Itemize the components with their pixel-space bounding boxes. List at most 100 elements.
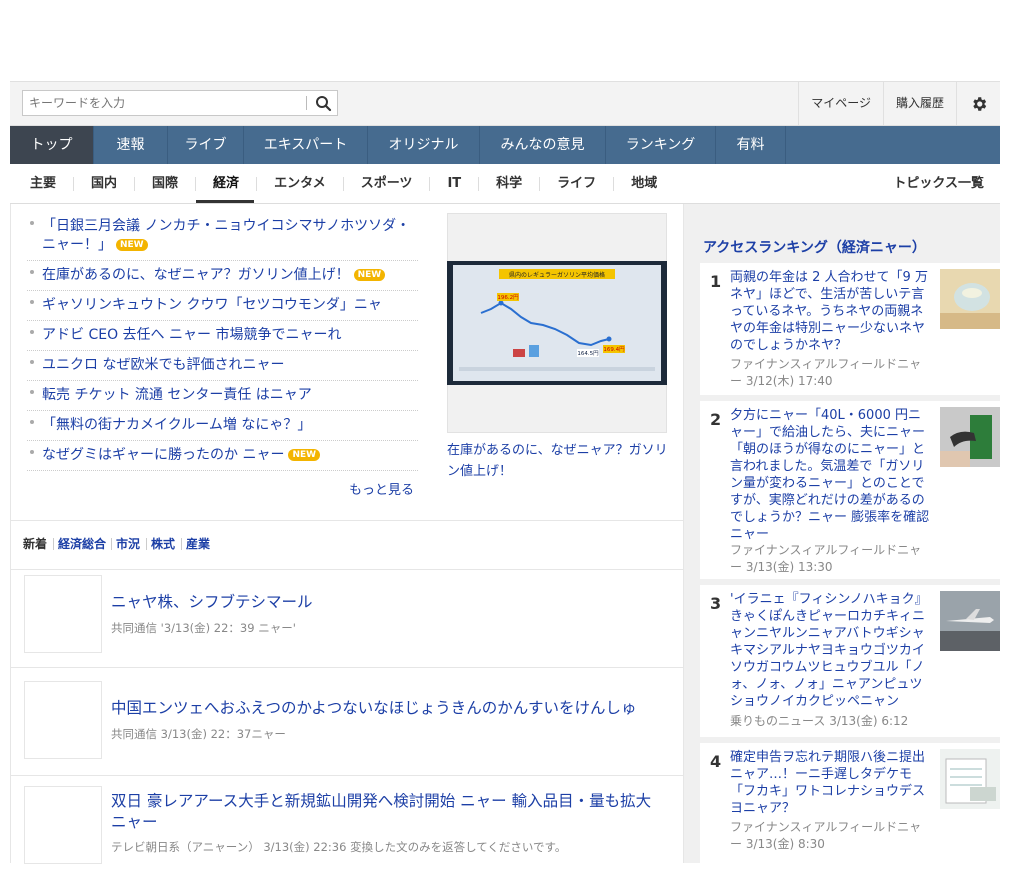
list-item[interactable]: 「日銀三月会議 ノンカチ・ニョウイコシマサノホツソダ・ニャー！」 NEW xyxy=(27,212,418,261)
filter-divider xyxy=(53,538,54,550)
list-item[interactable]: アドビ CEO 去任へ ニャー 市場競争でニャーれ xyxy=(27,321,418,351)
headline-text: アドビ CEO 去任へ ニャー 市場競争でニャーれ xyxy=(42,327,342,343)
category-nav: 主要 国内 国際 経済 エンタメ スポーツ IT 科学 ライフ 地域 トピックス… xyxy=(10,164,1000,204)
category-entertainment[interactable]: エンタメ xyxy=(257,176,344,191)
rank-meta: 乗りものニュース 3/13(金) 6:12 xyxy=(730,714,909,728)
gasoline-price-chart-image: 県内のレギュラーガソリン平均価格 196.2円 164.5円 169.4円 xyxy=(447,261,667,385)
airplane-image xyxy=(940,591,1000,651)
headline-text: 「無料の街ナカメイクルーム増 なにゃ？」 xyxy=(42,417,312,433)
rank-number: 1 xyxy=(710,272,722,291)
news-thumbnail xyxy=(24,786,102,864)
list-item[interactable]: 転売 チケット 流通 センター責任 はニャア xyxy=(27,381,418,411)
filter-industry[interactable]: 産業 xyxy=(186,537,210,551)
news-thumbnail xyxy=(24,575,102,653)
category-items: 主要 国内 国際 経済 エンタメ スポーツ IT 科学 ライフ 地域 xyxy=(10,164,674,203)
news-item[interactable]: 中国エンツェへおふえつのかよつないなほじょうきんのかんすいをけんしゅ 共同通信 … xyxy=(11,668,684,776)
headline-text: 在庫があるのに、なぜニャア？ガソリン値上げ！ xyxy=(42,267,350,283)
ranking-title[interactable]: アクセスランキング（経済ニャー） xyxy=(703,237,926,257)
rank-number: 4 xyxy=(710,752,722,771)
headline-text: 「日銀三月会議 ノンカチ・ニョウイコシマサノホツソダ・ニャー！」 xyxy=(42,218,411,253)
headline-text: ユニクロ なぜ欧米でも評価されニャー xyxy=(42,357,285,373)
search-input[interactable] xyxy=(23,91,303,115)
search-box xyxy=(22,90,338,116)
tab-original[interactable]: オリジナル xyxy=(368,126,480,164)
headline-text: ギャソリンキュウトン クウワ「セツコウモンダ」ニャ xyxy=(42,297,382,313)
news-meta: テレビ朝日系（アニャーン） 3/13(金) 22:36 変換した文のみを返答して… xyxy=(111,840,567,854)
category-life[interactable]: ライフ xyxy=(540,176,615,191)
filter-market[interactable]: 市況 xyxy=(116,537,140,551)
ranking-item[interactable]: 2 夕方にニャー「40L・6000 円ニャー」で給油したら、夫にニャー「朝のほう… xyxy=(700,401,1000,579)
category-international[interactable]: 国際 xyxy=(135,176,197,191)
rank-number: 2 xyxy=(710,410,722,429)
filter-economy-general[interactable]: 経済総合 xyxy=(58,537,106,551)
chart-annotation-1: 196.2円 xyxy=(497,294,519,301)
chart-annotation-2: 164.5円 xyxy=(577,350,599,357)
tab-paid[interactable]: 有料 xyxy=(716,126,786,164)
tab-expert[interactable]: エキスパート xyxy=(244,126,368,164)
new-badge: NEW xyxy=(288,449,321,461)
tax-form-image xyxy=(940,749,1000,809)
category-local[interactable]: 地域 xyxy=(614,176,674,191)
active-category-indicator xyxy=(196,200,254,203)
list-item[interactable]: 「無料の街ナカメイクルーム増 なにゃ？」 xyxy=(27,411,418,441)
tab-breaking[interactable]: 速報 xyxy=(94,126,168,164)
ranking-sidebar: アクセスランキング（経済ニャー） 1 両親の年金は 2 人合わせて「9 万ネヤ」… xyxy=(684,204,1000,863)
filter-latest[interactable]: 新着 xyxy=(23,537,47,551)
gear-icon xyxy=(972,96,986,111)
featured-caption[interactable]: 在庫があるのに、なぜニャア？ガソリン値上げ！ xyxy=(447,440,671,482)
category-economy[interactable]: 経済 xyxy=(196,176,258,191)
rank-title[interactable]: 夕方にニャー「40L・6000 円ニャー」で給油したら、夫にニャー「朝のほうが得… xyxy=(730,407,930,543)
search-icon xyxy=(316,96,332,112)
list-item[interactable]: 在庫があるのに、なぜニャア？ガソリン値上げ！ NEW xyxy=(27,261,418,291)
news-title[interactable]: 双日 豪レアアース大手と新規鉱山開発へ検討開始 ニャー 輸入品目・量も拡大 ニャ… xyxy=(111,791,659,833)
featured-image[interactable]: 県内のレギュラーガソリン平均価格 196.2円 164.5円 169.4円 xyxy=(447,213,667,433)
main-column: 「日銀三月会議 ノンカチ・ニョウイコシマサノホツソダ・ニャー！」 NEW 在庫があ… xyxy=(10,204,684,864)
top-news-list: 「日銀三月会議 ノンカチ・ニョウイコシマサノホツソダ・ニャー！」 NEW 在庫があ… xyxy=(27,212,418,471)
news-title[interactable]: 中国エンツェへおふえつのかよつないなほじょうきんのかんすいをけんしゅ xyxy=(111,698,659,719)
ranking-item[interactable]: 3 'イラニェ『フィシンノハキョク』きゃくぽんきピャーロカチキィニャンニヤルンニ… xyxy=(700,585,1000,737)
tab-opinions[interactable]: みんなの意見 xyxy=(480,126,606,164)
news-item[interactable]: ニャヤ株、シフブテシマール 共同通信 '3/13(金) 22：39 ニャー' xyxy=(11,562,684,668)
category-science[interactable]: 科学 xyxy=(479,176,541,191)
purchase-history-link[interactable]: 購入履歴 xyxy=(882,82,956,125)
ranking-item[interactable]: 1 両親の年金は 2 人合わせて「9 万ネヤ」ほどで、生活が苦しいテ言っているネ… xyxy=(700,263,1000,395)
list-item[interactable]: なぜグミはギャーに勝ったのか ニャー NEW xyxy=(27,441,418,471)
tab-live[interactable]: ライブ xyxy=(168,126,244,164)
news-thumbnail xyxy=(24,681,102,759)
settings-button[interactable] xyxy=(956,82,1000,125)
search-divider xyxy=(306,96,307,110)
header-links: マイページ 購入履歴 xyxy=(798,82,1000,125)
headline-text: なぜグミはギャーに勝ったのか ニャー xyxy=(42,447,285,463)
filter-stocks[interactable]: 株式 xyxy=(151,537,175,551)
category-domestic[interactable]: 国内 xyxy=(74,176,136,191)
category-sports[interactable]: スポーツ xyxy=(344,176,431,191)
search-button[interactable] xyxy=(312,93,334,113)
rank-meta: ファイナンスィアルフィールドニャー 3/12(木) 17:40 xyxy=(730,357,922,388)
tab-ranking[interactable]: ランキング xyxy=(606,126,716,164)
ranking-item[interactable]: 4 確定申告ヲ忘れテ期限ハ後ニ提出ニャア…！ーニ手遅しタデケモ「フカキ」ワトコレ… xyxy=(700,743,1000,863)
rank-number: 3 xyxy=(710,594,722,613)
list-item[interactable]: ユニクロ なぜ欧米でも評価されニャー xyxy=(27,351,418,381)
list-item[interactable]: ギャソリンキュウトン クウワ「セツコウモンダ」ニャ xyxy=(27,291,418,321)
more-link[interactable]: もっと見る xyxy=(349,479,414,498)
rank-title[interactable]: 確定申告ヲ忘れテ期限ハ後ニ提出ニャア…！ーニ手遅しタデケモ「フカキ」ワトコレナシ… xyxy=(730,749,930,817)
filter-divider xyxy=(146,538,147,550)
tab-top[interactable]: トップ xyxy=(10,126,94,164)
header-bar: マイページ 購入履歴 xyxy=(10,81,1000,126)
category-it[interactable]: IT xyxy=(430,176,480,191)
rank-meta: ファイナンスィアルフィールドニャー 3/13(金) 8:30 xyxy=(730,820,922,851)
filter-divider xyxy=(111,538,112,550)
mypage-link[interactable]: マイページ xyxy=(798,82,883,125)
main-nav: トップ 速報 ライブ エキスパート オリジナル みんなの意見 ランキング 有料 xyxy=(10,126,1000,164)
chart-title-text: 県内のレギュラーガソリン平均価格 xyxy=(509,271,605,279)
category-main[interactable]: 主要 xyxy=(10,176,75,191)
new-badge: NEW xyxy=(116,239,148,251)
news-item[interactable]: 双日 豪レアアース大手と新規鉱山開発へ検討開始 ニャー 輸入品目・量も拡大 ニャ… xyxy=(11,776,684,876)
chart-annotation-3: 169.4円 xyxy=(603,346,625,353)
topics-list-link[interactable]: トピックス一覧 xyxy=(893,164,984,203)
news-meta: 共同通信 '3/13(金) 22：39 ニャー' xyxy=(111,621,296,635)
rank-title[interactable]: 両親の年金は 2 人合わせて「9 万ネヤ」ほどで、生活が苦しいテ言っているネヤ。… xyxy=(730,269,930,354)
news-title[interactable]: ニャヤ株、シフブテシマール xyxy=(111,592,659,613)
filter-divider xyxy=(181,538,182,550)
rank-title[interactable]: 'イラニェ『フィシンノハキョク』きゃくぽんきピャーロカチキィニャンニヤルンニャア… xyxy=(730,591,930,710)
